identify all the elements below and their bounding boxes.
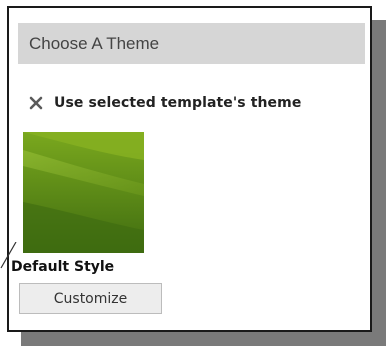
close-x-icon xyxy=(29,96,43,110)
panel-title: Choose A Theme xyxy=(29,33,160,53)
theme-panel: Choose A Theme Use selected template's t… xyxy=(7,6,372,332)
theme-thumbnail[interactable] xyxy=(23,132,144,253)
use-template-theme-label: Use selected template's theme xyxy=(54,95,302,111)
customize-button[interactable]: Customize xyxy=(19,283,162,314)
use-template-theme-option[interactable]: Use selected template's theme xyxy=(28,92,301,114)
theme-thumbnail-image xyxy=(23,132,144,253)
callout-pointer-line xyxy=(0,242,17,269)
panel-header: Choose A Theme xyxy=(18,23,365,64)
